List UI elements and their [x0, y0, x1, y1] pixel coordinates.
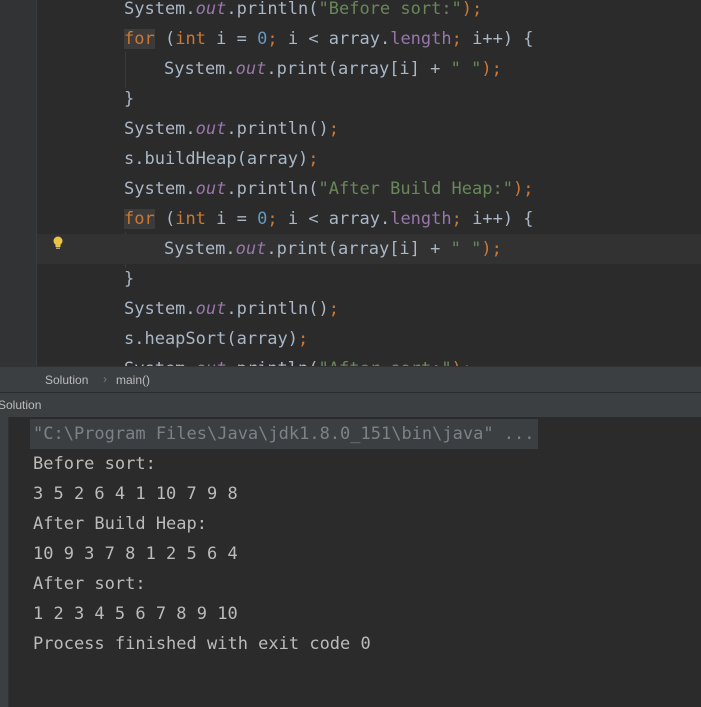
code-token: .println()	[226, 119, 329, 139]
code-token: ;	[328, 299, 339, 319]
code-token: );	[481, 59, 502, 79]
code-token: out	[195, 0, 227, 19]
code-token: ;	[451, 29, 473, 49]
code-token: length	[390, 209, 452, 229]
run-toolbar-strip	[0, 417, 9, 707]
code-token: " "	[450, 239, 482, 259]
code-token: System.	[124, 179, 196, 199]
breadcrumb-method[interactable]: main()	[116, 373, 150, 387]
console-output-line: Before sort:	[33, 454, 156, 474]
code-token: ;	[267, 29, 288, 49]
console-exit-message: Process finished with exit code 0	[33, 634, 371, 654]
code-token: s.heapSort(array)	[124, 329, 298, 349]
code-token: );	[461, 0, 483, 19]
code-editor[interactable]: System.out.println("Before sort:"); for …	[0, 0, 701, 366]
code-token: System.	[124, 0, 196, 19]
code-token: System.	[124, 299, 196, 319]
code-token: "After sort:"	[319, 359, 452, 366]
code-token: i < array.	[287, 209, 391, 229]
run-console[interactable]: "C:\Program Files\Java\jdk1.8.0_151\bin\…	[9, 417, 701, 707]
code-token: out	[235, 59, 267, 79]
code-token: .println()	[226, 299, 329, 319]
code-token: System.	[164, 239, 236, 259]
code-token: i++) {	[472, 29, 534, 49]
code-token: ;	[328, 119, 339, 139]
console-command-line[interactable]: "C:\Program Files\Java\jdk1.8.0_151\bin\…	[30, 419, 538, 449]
code-token: int	[175, 209, 206, 229]
console-output-line: After Build Heap:	[33, 514, 207, 534]
console-output-line: 3 5 2 6 4 1 10 7 9 8	[33, 484, 238, 504]
console-output-line: After sort:	[33, 574, 146, 594]
code-token: );	[481, 239, 502, 259]
code-token: .println(	[226, 0, 319, 19]
breadcrumb: Solution › main()	[0, 366, 701, 393]
code-token: out	[196, 359, 227, 366]
code-token: ;	[308, 149, 319, 169]
code-token: out	[195, 299, 227, 319]
code-token: out	[235, 239, 267, 259]
code-token: .print(array[i] +	[266, 59, 451, 79]
console-output-line: 1 2 3 4 5 6 7 8 9 10	[33, 604, 238, 624]
code-token: System.	[124, 359, 196, 366]
run-tab-solution[interactable]: Solution	[0, 398, 41, 412]
run-panel-header: Solution	[0, 392, 701, 418]
code-token: length	[390, 29, 452, 49]
code-token: i =	[205, 209, 258, 229]
code-token: }	[124, 269, 135, 289]
code-token: ;	[267, 209, 288, 229]
code-token: );	[452, 359, 472, 366]
code-token: System.	[124, 119, 196, 139]
code-token: "After Build Heap:"	[318, 179, 513, 199]
code-token: i++) {	[472, 209, 534, 229]
gutter-separator	[36, 0, 37, 366]
code-token: s.buildHeap(array)	[124, 149, 309, 169]
code-token: ;	[298, 329, 309, 349]
code-token: System.	[164, 59, 236, 79]
code-token: "Before sort:"	[318, 0, 462, 19]
code-token: (	[154, 209, 176, 229]
code-token: );	[512, 179, 534, 199]
code-token: (	[154, 29, 176, 49]
current-code-line[interactable]: System.out.print(array[i] + " ");	[37, 234, 701, 264]
code-token: 0	[257, 29, 268, 49]
breadcrumb-class[interactable]: Solution	[45, 373, 88, 387]
code-token: .println(	[226, 179, 319, 199]
code-token: int	[175, 29, 206, 49]
code-token: " "	[450, 59, 482, 79]
code-token: for	[124, 29, 155, 49]
code-token: out	[195, 179, 227, 199]
code-token: ;	[451, 209, 473, 229]
indent-guide	[125, 52, 126, 88]
code-token: i < array.	[287, 29, 391, 49]
code-token: i =	[205, 29, 258, 49]
code-token: .println(	[226, 359, 318, 366]
code-token: .print(array[i] +	[266, 239, 451, 259]
console-output-line: 10 9 3 7 8 1 2 5 6 4	[33, 544, 238, 564]
editor-gutter[interactable]	[0, 0, 36, 366]
lightbulb-icon[interactable]	[52, 236, 64, 250]
code-token: out	[195, 119, 227, 139]
code-token: for	[124, 209, 155, 229]
breadcrumb-separator: ›	[103, 372, 107, 386]
code-token: 0	[257, 209, 268, 229]
code-token: }	[124, 89, 135, 109]
